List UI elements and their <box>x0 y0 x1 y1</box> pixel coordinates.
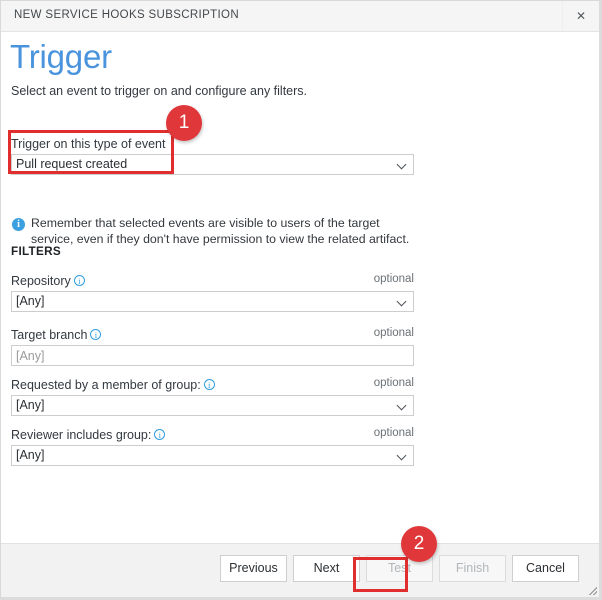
filter-row-header: Target branch i optional <box>11 326 414 343</box>
filter-row: Target branch i optional <box>11 326 414 366</box>
optional-tag: optional <box>373 327 414 339</box>
reviewer-includes-group-select[interactable]: [Any] <box>11 445 414 466</box>
filter-label: Reviewer includes group: <box>11 428 152 442</box>
requested-by-group-select[interactable]: [Any] <box>11 395 414 416</box>
info-note-text: Remember that selected events are visibl… <box>31 216 410 246</box>
info-filled-icon: i <box>12 218 25 231</box>
filter-label: Requested by a member of group: <box>11 378 201 392</box>
target-branch-field[interactable] <box>11 345 414 366</box>
dialog-body: Trigger Select an event to trigger on an… <box>1 32 599 543</box>
trigger-event-value: Pull request created <box>16 157 128 171</box>
requested-by-group-value: [Any] <box>16 398 45 412</box>
optional-tag: optional <box>373 273 414 285</box>
info-outline-icon[interactable]: i <box>73 275 85 286</box>
chevron-down-icon <box>398 452 408 459</box>
info-outline-icon[interactable]: i <box>154 429 166 440</box>
filter-row: Requested by a member of group: i optiona… <box>11 376 414 416</box>
info-outline-icon[interactable]: i <box>90 329 102 340</box>
annotation-badge-2: 2 <box>401 526 437 562</box>
page-title: Trigger <box>10 38 112 75</box>
trigger-event-group: Trigger on this type of event Pull reque… <box>11 136 414 175</box>
close-icon[interactable]: ✕ <box>562 1 599 31</box>
finish-button: Finish <box>439 555 506 582</box>
filter-row: Reviewer includes group: i optional [Any] <box>11 426 414 466</box>
filter-row-header: Requested by a member of group: i optiona… <box>11 376 414 393</box>
chevron-down-icon <box>398 298 408 305</box>
filter-row-header: Repository i optional <box>11 272 414 289</box>
filter-row: Repository i optional [Any] <box>11 272 414 312</box>
new-service-hooks-subscription-dialog: NEW SERVICE HOOKS SUBSCRIPTION ✕ Trigger… <box>0 0 602 600</box>
info-note: i Remember that selected events are visi… <box>12 216 412 247</box>
trigger-event-select[interactable]: Pull request created <box>11 154 414 175</box>
reviewer-includes-group-value: [Any] <box>16 448 45 462</box>
optional-tag: optional <box>373 377 414 389</box>
repository-filter-select[interactable]: [Any] <box>11 291 414 312</box>
previous-button[interactable]: Previous <box>220 555 287 582</box>
repository-filter-value: [Any] <box>16 294 45 308</box>
target-branch-input[interactable] <box>12 346 413 365</box>
annotation-badge-1: 1 <box>166 105 202 141</box>
chevron-down-icon <box>398 402 408 409</box>
dialog-title: NEW SERVICE HOOKS SUBSCRIPTION <box>14 9 239 21</box>
filter-label: Repository <box>11 274 71 288</box>
info-outline-icon[interactable]: i <box>203 379 215 390</box>
page-subtitle: Select an event to trigger on and config… <box>11 84 308 98</box>
dialog-titlebar: NEW SERVICE HOOKS SUBSCRIPTION ✕ <box>1 1 599 32</box>
cancel-button[interactable]: Cancel <box>512 555 579 582</box>
optional-tag: optional <box>373 427 414 439</box>
resize-handle[interactable] <box>583 581 597 595</box>
filters-heading: FILTERS <box>11 245 61 258</box>
chevron-down-icon <box>398 161 408 168</box>
next-button[interactable]: Next <box>293 555 360 582</box>
dialog-button-row: Previous Next Test Finish Cancel <box>220 555 579 582</box>
trigger-event-label: Trigger on this type of event <box>11 137 166 151</box>
dialog-footer: Previous Next Test Finish Cancel <box>1 543 599 597</box>
filter-row-header: Reviewer includes group: i optional <box>11 426 414 443</box>
filter-label: Target branch <box>11 328 88 342</box>
